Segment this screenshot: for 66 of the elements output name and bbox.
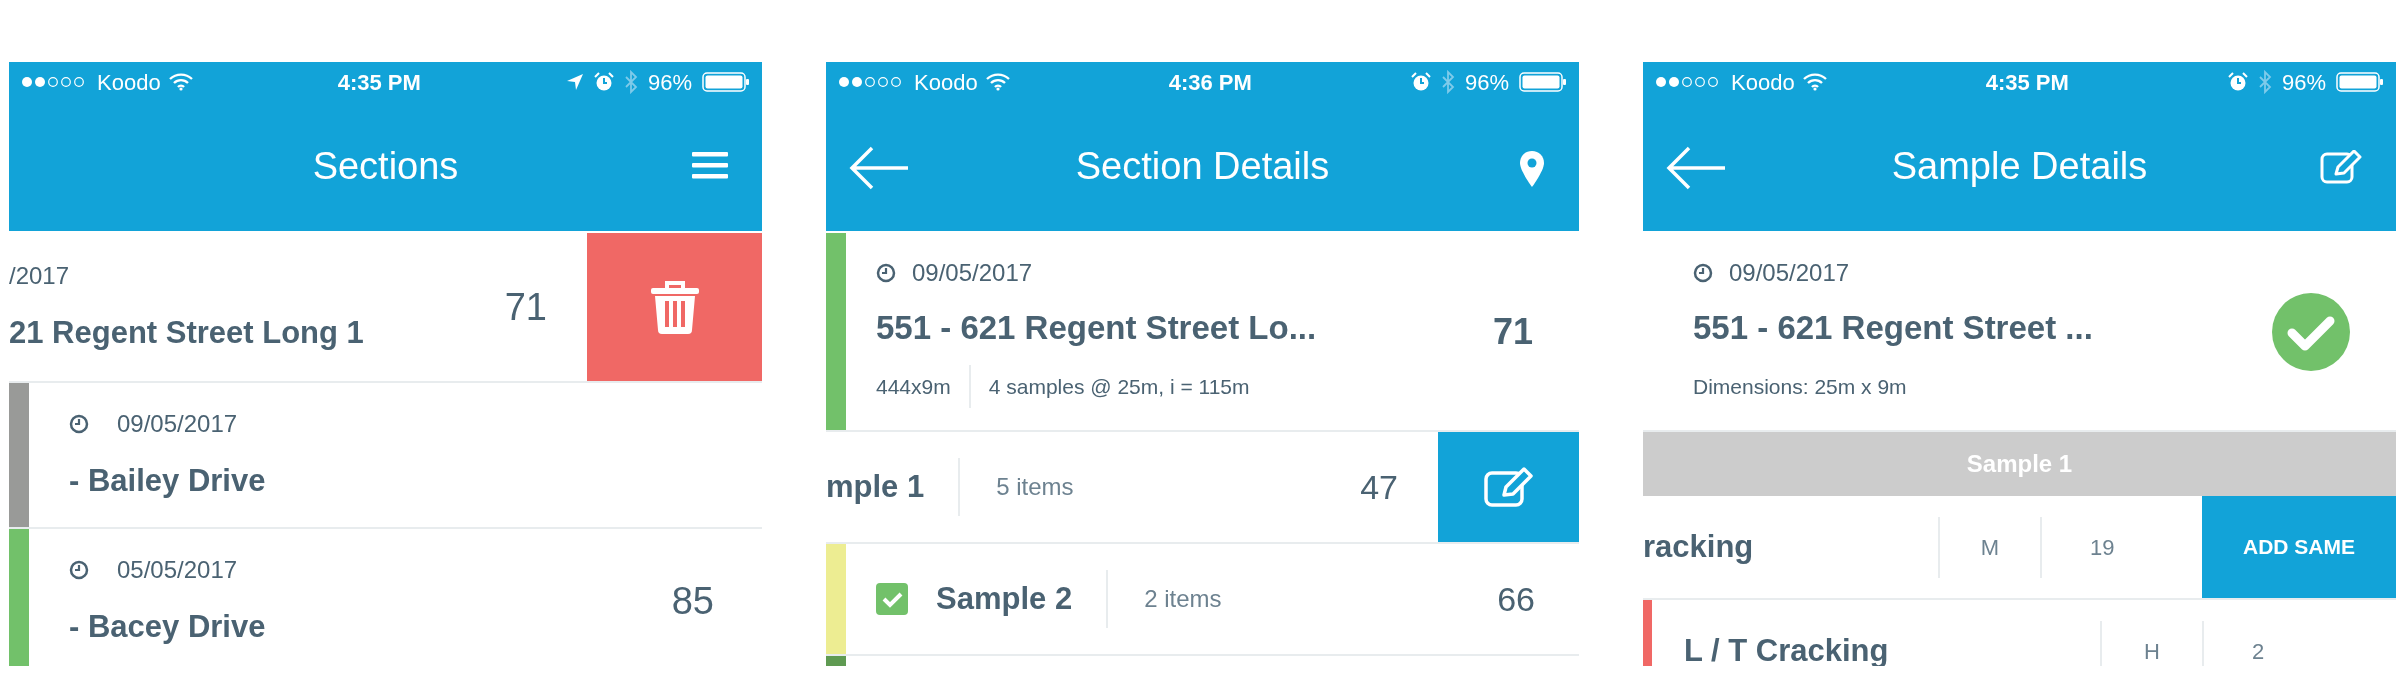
battery-percent: 96% [1464, 68, 1509, 97]
severity-value: H [2100, 620, 2202, 666]
location-pin-icon[interactable] [1519, 150, 1545, 188]
battery-icon [1519, 72, 1567, 92]
edit-icon [1483, 467, 1534, 507]
detail-text: Dimensions: 25m x 9m [1693, 373, 1907, 400]
severity-value: M [1938, 516, 2040, 578]
alarm-icon [593, 72, 614, 92]
trash-icon [649, 279, 700, 335]
carrier-name: Koodo [914, 68, 978, 97]
bluetooth-icon [1440, 70, 1455, 94]
score-value: 66 [1497, 578, 1535, 620]
bluetooth-icon [623, 70, 638, 94]
item-count: 5 items [995, 472, 1075, 502]
wifi-icon [985, 73, 1010, 91]
carrier-name: Koodo [1731, 68, 1795, 97]
wifi-icon [1802, 73, 1827, 91]
back-arrow-icon[interactable] [1665, 146, 1727, 190]
detail-text: 444x9m [876, 373, 951, 400]
date-label: 05/05/2017 [117, 554, 238, 585]
date-label: 09/05/2017 [912, 258, 1033, 288]
status-time: 4:36 PM [1168, 68, 1252, 97]
count-value: 19 [2040, 516, 2138, 578]
section-title: - Bailey Drive [69, 461, 267, 500]
item-count: 2 items [1143, 584, 1223, 614]
screen-title: Sections [312, 144, 459, 189]
detail-text: 4 samples @ 25m, i = 115m [968, 364, 1250, 408]
add-same-button[interactable]: ADD SAME [2202, 496, 2396, 598]
back-arrow-icon[interactable] [848, 146, 910, 190]
status-time: 4:35 PM [1985, 68, 2069, 97]
clock-icon [876, 263, 896, 283]
checkbox[interactable] [876, 583, 908, 615]
carrier-name: Koodo [97, 68, 161, 97]
section-title: 551 - 621 Regent Street Lo... [876, 308, 1318, 348]
status-time: 4:35 PM [337, 68, 421, 97]
score-value: 71 [1492, 309, 1533, 354]
section-title: - Bacey Drive [69, 607, 267, 646]
menu-icon[interactable] [692, 150, 728, 180]
clock-icon [1693, 263, 1713, 283]
battery-percent: 96% [647, 68, 692, 97]
distress-name: racking [1643, 527, 1755, 566]
delete-button[interactable] [587, 233, 762, 381]
score-value: 85 [671, 578, 714, 624]
edit-button[interactable] [1438, 432, 1579, 542]
screen-title: Sample Details [1891, 144, 2148, 189]
count-value: 2 [2202, 620, 2300, 666]
alarm-icon [1410, 72, 1431, 92]
battery-icon [702, 72, 750, 92]
sample-name: Sample 2 [936, 569, 1109, 629]
date-label: 09/05/2017 [1729, 258, 1850, 288]
sample-name: mple 1 [826, 457, 961, 517]
section-title: 551 - 621 Regent Street ... [1693, 308, 2094, 348]
wifi-icon [168, 73, 193, 91]
section-title: 21 Regent Street Long 1 [9, 313, 365, 352]
clock-icon [69, 413, 89, 434]
alarm-icon [2227, 72, 2248, 92]
score-value: 47 [1360, 466, 1398, 508]
date-label: 09/05/2017 [117, 408, 238, 439]
edit-icon[interactable] [2320, 150, 2362, 184]
clock-icon [69, 559, 89, 580]
battery-percent: 96% [2281, 68, 2326, 97]
screen-title: Section Details [1075, 144, 1330, 189]
date-label: /2017 [9, 260, 70, 291]
battery-icon [2336, 72, 2384, 92]
bluetooth-icon [2257, 70, 2272, 94]
score-value: 71 [504, 284, 547, 330]
